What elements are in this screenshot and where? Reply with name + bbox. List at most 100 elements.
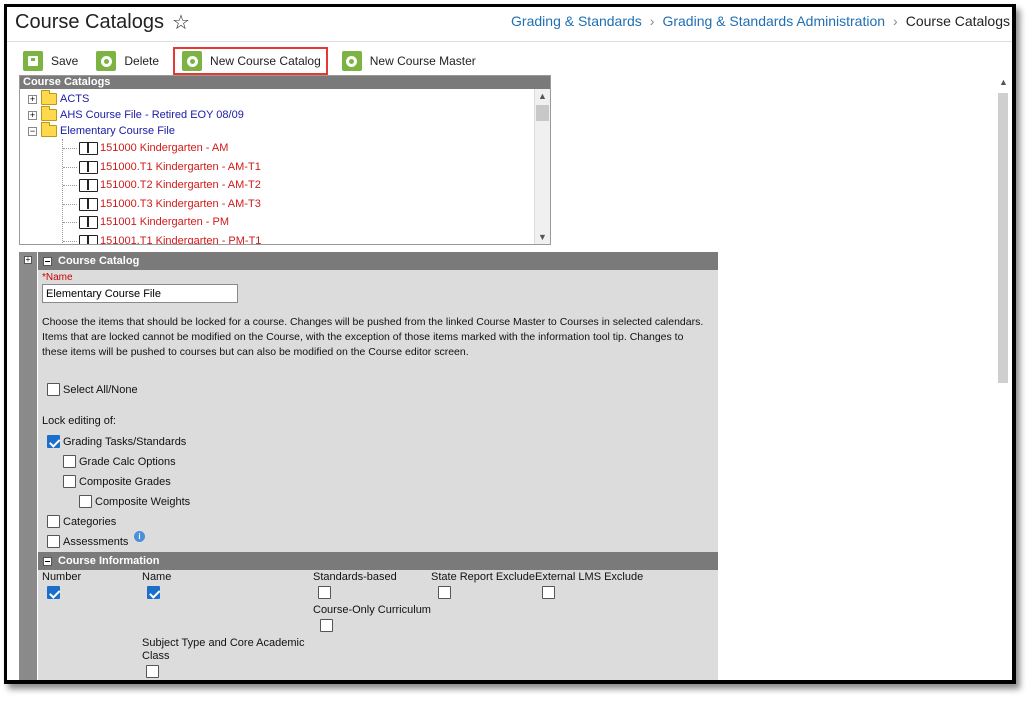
standards-based-checkbox[interactable] — [318, 586, 331, 599]
tree-course-row[interactable]: 151000.T1 Kindergarten - AM-T1 — [63, 158, 261, 176]
tree-folder-label[interactable]: ACTS — [60, 93, 89, 105]
folder-icon — [41, 90, 57, 105]
scroll-down-icon[interactable]: ▼ — [538, 232, 547, 242]
tree-course-label[interactable]: 151000.T1 Kindergarten - AM-T1 — [100, 161, 261, 173]
tree-connector — [63, 166, 77, 168]
new-course-catalog-label: New Course Catalog — [210, 54, 321, 68]
select-all-checkbox[interactable] — [47, 383, 60, 396]
tree-header: Course Catalogs — [20, 76, 550, 89]
tree-connector — [63, 147, 77, 149]
new-course-master-label: New Course Master — [369, 54, 476, 68]
composite-grades-checkbox[interactable] — [63, 475, 76, 488]
tree-course-row[interactable]: 151000 Kindergarten - AM — [63, 139, 228, 157]
tree-folder-label[interactable]: Elementary Course File — [60, 125, 175, 137]
tree-course-row[interactable]: 151000.T2 Kindergarten - AM-T2 — [63, 176, 261, 194]
name-label: *Name — [42, 272, 73, 283]
state-report-exclude-checkbox[interactable] — [438, 586, 451, 599]
open-folder-icon — [41, 122, 57, 137]
add-icon — [182, 51, 203, 71]
state-report-exclude-label: State Report Exclude — [431, 571, 535, 583]
scroll-up-icon[interactable]: ▲ — [999, 77, 1008, 87]
subject-type-checkbox[interactable] — [146, 665, 159, 678]
composite-grades-label: Composite Grades — [79, 476, 171, 488]
number-checkbox[interactable] — [47, 586, 60, 599]
assessments-checkbox[interactable] — [47, 535, 60, 548]
delete-label: Delete — [124, 54, 160, 68]
tree-connector — [63, 184, 77, 186]
tree-scrollbar[interactable]: ▲ ▼ — [534, 89, 550, 244]
expand-icon[interactable]: + — [24, 256, 32, 264]
save-button[interactable]: Save — [19, 48, 82, 74]
tree-course-row[interactable]: 151001 Kindergarten - PM — [63, 213, 229, 231]
tree-connector — [63, 240, 77, 242]
lock-editing-label: Lock editing of: — [42, 415, 116, 427]
chevron-right-icon: › — [649, 13, 655, 29]
tree-course-row[interactable]: 151001.T1 Kindergarten - PM-T1 — [63, 232, 261, 244]
section-header-course-information[interactable]: Course Information — [38, 552, 718, 570]
select-all-label: Select All/None — [63, 384, 138, 396]
collapse-icon[interactable]: − — [28, 126, 37, 136]
book-icon — [79, 234, 98, 244]
book-icon — [79, 141, 98, 155]
scroll-up-icon[interactable]: ▲ — [538, 91, 547, 101]
info-icon[interactable]: i — [134, 531, 145, 542]
subject-type-label: Subject Type and Core Academic — [142, 637, 305, 649]
grading-tasks-checkbox[interactable] — [47, 435, 60, 448]
tree-course-label[interactable]: 151000.T2 Kindergarten - AM-T2 — [100, 179, 261, 191]
tree-course-label[interactable]: 151001.T1 Kindergarten - PM-T1 — [100, 235, 261, 244]
app-window: Course Catalogs ☆ Grading & Standards › … — [4, 4, 1016, 684]
scroll-thumb[interactable] — [536, 105, 549, 121]
new-course-master-button[interactable]: New Course Master — [338, 48, 480, 74]
lock-description: Choose the items that should be locked f… — [42, 316, 704, 358]
book-icon — [79, 178, 98, 192]
section-title: Course Catalog — [58, 255, 140, 267]
expand-icon[interactable]: + — [28, 94, 37, 104]
tree-course-label[interactable]: 151000 Kindergarten - AM — [100, 142, 228, 154]
tree-course-row[interactable]: 151000.T3 Kindergarten - AM-T3 — [63, 195, 261, 213]
breadcrumb-current: Course Catalogs — [905, 13, 1010, 29]
tree-connector — [63, 203, 77, 205]
catalog-name-field[interactable] — [42, 284, 238, 303]
categories-checkbox[interactable] — [47, 515, 60, 528]
book-icon — [79, 215, 98, 229]
folder-icon — [41, 106, 57, 121]
section-title: Course Information — [58, 555, 160, 567]
grading-tasks-label: Grading Tasks/Standards — [63, 436, 187, 448]
section-header-course-catalog[interactable]: Course Catalog — [38, 252, 718, 270]
book-icon — [79, 197, 98, 211]
breadcrumb-grading-standards[interactable]: Grading & Standards — [511, 13, 642, 29]
name-checkbox[interactable] — [147, 586, 160, 599]
side-panel-strip: + — [19, 252, 37, 680]
composite-weights-label: Composite Weights — [95, 496, 191, 508]
page-title: Course Catalogs ☆ — [15, 11, 190, 34]
page-title-text: Course Catalogs — [15, 11, 164, 33]
new-course-catalog-button[interactable]: New Course Catalog — [173, 47, 328, 75]
add-icon — [341, 51, 362, 71]
expand-icon[interactable]: + — [28, 110, 37, 120]
breadcrumb-grading-admin[interactable]: Grading & Standards Administration — [662, 13, 885, 29]
grade-calc-label: Grade Calc Options — [79, 456, 176, 468]
toolbar: Save Delete New Course Catalog New Cours… — [19, 47, 490, 75]
course-only-curriculum-label: Course-Only Curriculum — [313, 604, 431, 616]
delete-button[interactable]: Delete — [92, 48, 163, 74]
save-label: Save — [51, 54, 79, 68]
collapse-icon[interactable] — [43, 256, 52, 266]
divider — [7, 41, 1012, 42]
course-catalog-tree: Course Catalogs + ACTS + AHS Course File… — [19, 75, 551, 245]
tree-course-label[interactable]: 151001 Kindergarten - PM — [100, 216, 229, 228]
tree-course-label[interactable]: 151000.T3 Kindergarten - AM-T3 — [100, 198, 261, 210]
scroll-thumb[interactable] — [998, 93, 1008, 383]
course-only-curriculum-checkbox[interactable] — [320, 619, 333, 632]
tree-folder-row[interactable]: − Elementary Course File — [20, 122, 175, 140]
standards-based-label: Standards-based — [313, 571, 397, 583]
tree-folder-label[interactable]: AHS Course File - Retired EOY 08/09 — [60, 109, 244, 121]
external-lms-exclude-checkbox[interactable] — [542, 586, 555, 599]
collapse-icon[interactable] — [43, 556, 52, 566]
composite-weights-checkbox[interactable] — [79, 495, 92, 508]
detail-panel: Course Catalog *Name Choose the items th… — [38, 252, 718, 680]
grade-calc-checkbox[interactable] — [63, 455, 76, 468]
page-scrollbar[interactable]: ▲ — [998, 77, 1008, 680]
number-label: Number — [42, 571, 82, 583]
star-icon[interactable]: ☆ — [172, 13, 190, 33]
assessments-label: Assessments — [63, 536, 129, 548]
